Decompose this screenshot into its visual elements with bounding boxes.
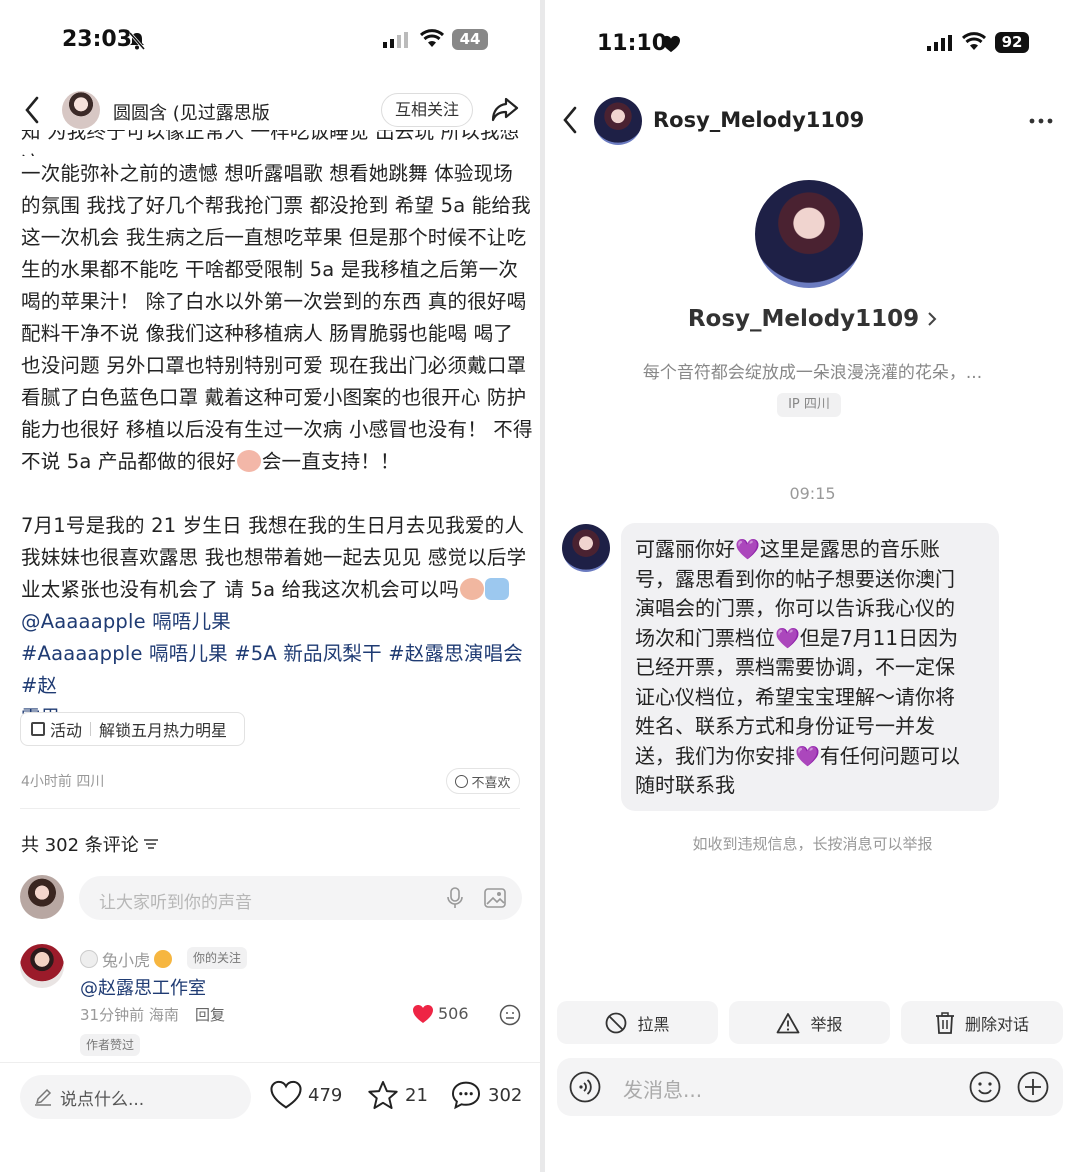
divider [20, 808, 520, 809]
chat-timestamp: 09:15 [789, 484, 836, 503]
post-tags[interactable]: #Aaaaapple 嗝唔儿果 #5A 新品凤梨干 #赵露思演唱会 #赵 [21, 638, 533, 702]
comments-button[interactable]: 302 [450, 1080, 522, 1110]
chevron-right-icon [927, 311, 937, 327]
wifi-icon [419, 29, 445, 49]
message-line: 送，我们为你安排💜有任何问题可以 [635, 743, 960, 768]
block-button[interactable]: 拉黑 [557, 1001, 718, 1044]
plus-icon[interactable] [1017, 1071, 1049, 1103]
right-screenshot: 11:10 92 Rosy_Melody1109 Rosy_Melody1109… [545, 0, 1080, 1172]
wifi-icon [961, 32, 987, 52]
trash-icon [935, 1011, 955, 1034]
comment-meta: 31分钟前 海南 [80, 1006, 179, 1024]
message-line: 随时联系我 [635, 773, 735, 797]
activity-icon [31, 722, 45, 736]
rabbit-emoji-icon [80, 950, 98, 968]
like-button[interactable]: 479 [270, 1080, 342, 1110]
back-arrow-icon[interactable] [24, 96, 40, 124]
liked-heart-icon[interactable] [412, 1004, 434, 1024]
post-text-clipped-line: 知 为我终于可以像正常人 一样吃饭睡觉 出去玩 所以我想这 [21, 130, 520, 156]
comment-count[interactable]: 共 302 条评论 [21, 831, 158, 857]
comment-text[interactable]: @赵露思工作室 [80, 974, 206, 1000]
author-liked-badge: 作者赞过 [80, 1034, 141, 1056]
chat-partner-avatar[interactable] [594, 97, 642, 145]
star-icon [367, 1080, 399, 1110]
sad-face-icon [455, 774, 469, 788]
emoji-cry-icon [459, 578, 484, 600]
profile-name[interactable]: Rosy_Melody1109 [545, 306, 1080, 332]
back-arrow-icon[interactable] [562, 106, 578, 134]
sort-icon[interactable] [143, 838, 158, 850]
warning-icon [776, 1012, 800, 1034]
chat-partner-name[interactable]: Rosy_Melody1109 [653, 108, 864, 132]
message-sender-avatar[interactable] [562, 524, 610, 572]
status-time: 23:03 [62, 27, 133, 52]
delete-conversation-button[interactable]: 删除对话 [901, 1001, 1063, 1044]
commenter-name[interactable]: 兔小虎 [80, 947, 173, 971]
author-avatar[interactable] [62, 91, 100, 129]
comment-like-count: 506 [438, 1004, 469, 1023]
message-bubble[interactable]: 可露丽你好💜这里是露思的音乐账 号，露思看到你的帖子想要送你澳门 演唱会的门票，… [621, 523, 999, 811]
bottom-comment-input[interactable]: 说点什么... [20, 1075, 251, 1119]
message-input[interactable]: 发消息... [557, 1058, 1063, 1116]
reply-button[interactable]: 回复 [195, 1004, 225, 1025]
message-line: 号，露思看到你的帖子想要送你澳门 [635, 566, 955, 591]
voice-message-icon[interactable] [569, 1071, 601, 1103]
heart-icon [270, 1080, 302, 1110]
divider [0, 1062, 540, 1063]
emoji-icon[interactable] [969, 1071, 1001, 1103]
message-line: 场次和门票档位💜但是7月11日因为 [635, 625, 959, 650]
profile-avatar[interactable] [755, 180, 863, 288]
emoji-pig-icon [236, 450, 261, 472]
report-hint: 如收到违规信息，长按消息可以举报 [692, 835, 933, 853]
share-icon[interactable] [490, 95, 520, 123]
microphone-icon[interactable] [447, 887, 463, 909]
post-paragraph-1: 一次能弥补之前的遗憾 想听露唱歌 想看她跳舞 体验现场 的氛围 我找了好几个帮我… [21, 162, 533, 473]
collect-button[interactable]: 21 [367, 1080, 428, 1110]
emoji-reaction-icon[interactable] [499, 1004, 521, 1026]
message-line: 已经开票，票档需要协调，不一定保 [635, 655, 955, 679]
post-paragraph-2: 7月1号是我的 21 岁生日 我想在我的生日月去见我爱的人 我妹妹也很喜欢露思 … [21, 514, 527, 601]
post-mention[interactable]: @Aaaaapple 嗝唔儿果 [21, 606, 533, 638]
message-line: 姓名、联系方式和身份证号一并发 [635, 714, 935, 738]
image-icon[interactable] [484, 888, 506, 908]
comment-input[interactable]: 让大家听到你的声音 [79, 876, 522, 920]
signal-icon [927, 35, 953, 51]
more-options-icon[interactable] [1029, 118, 1053, 124]
block-icon [605, 1012, 627, 1034]
activity-chip[interactable]: 活动 解锁五月热力明星 [20, 712, 245, 746]
current-user-avatar [20, 875, 64, 919]
ip-location-badge: IP 四川 [777, 393, 841, 417]
following-badge: 你的关注 [187, 947, 248, 969]
status-time: 11:10 [597, 31, 668, 56]
left-screenshot: 23:03 44 圆圆含 (见过露思版 互相关注 知 为我终于可以像正常人 一样… [0, 0, 540, 1172]
message-line: 可露丽你好💜这里是露思的音乐账 [635, 537, 940, 561]
chat-bubble-icon [450, 1080, 482, 1110]
post-body: 一次能弥补之前的遗憾 想听露唱歌 想看她跳舞 体验现场 的氛围 我找了好几个帮我… [21, 158, 533, 734]
signal-icon [383, 32, 411, 48]
pencil-icon [34, 1088, 52, 1106]
dislike-button[interactable]: 不喜欢 [446, 768, 520, 794]
commenter-avatar[interactable] [20, 944, 64, 988]
battery-indicator: 44 [452, 29, 488, 50]
battery-indicator: 92 [995, 32, 1029, 53]
heart-status-icon [661, 35, 681, 53]
message-line: 演唱会的门票，你可以告诉我心仪的 [635, 596, 955, 620]
profile-bio: 每个音符都会绽放成一朵浪漫浇灌的花朵，... [642, 363, 983, 383]
author-name[interactable]: 圆圆含 (见过露思版 [113, 99, 270, 125]
mutual-follow-button[interactable]: 互相关注 [381, 93, 473, 127]
tiger-emoji-icon [154, 950, 173, 968]
bell-muted-icon [127, 31, 147, 51]
post-meta: 4小时前 四川 [21, 774, 105, 790]
emoji-bath-icon [484, 578, 509, 600]
message-line: 证心仪档位，希望宝宝理解～请你将 [635, 684, 955, 709]
report-button[interactable]: 举报 [729, 1001, 890, 1044]
